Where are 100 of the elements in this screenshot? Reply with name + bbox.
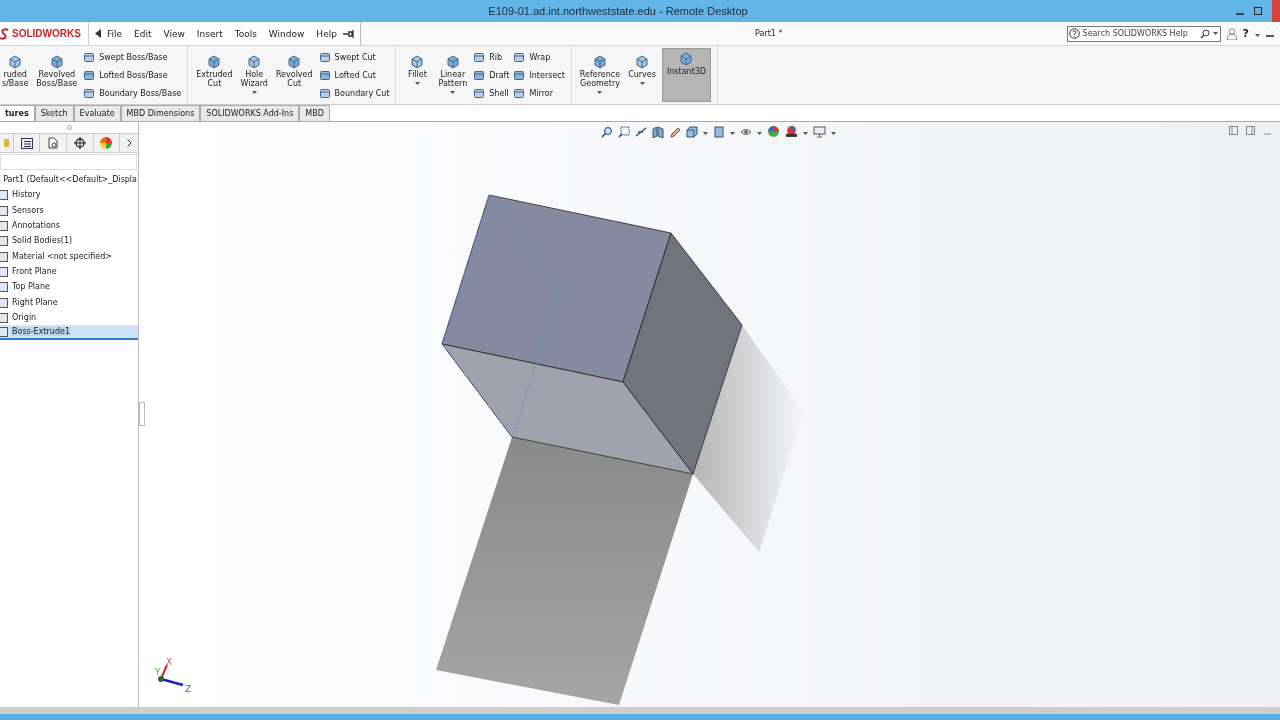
tree-item[interactable]: Front Plane bbox=[0, 263, 138, 280]
tree-item[interactable]: Boss-Extrude1 bbox=[0, 324, 138, 341]
caret-icon bbox=[450, 91, 456, 94]
crosshair-icon bbox=[73, 137, 86, 149]
ribbon-button[interactable]: Shell bbox=[473, 87, 510, 99]
tree-item[interactable]: Part1 (Default<<Default>_Displa bbox=[0, 172, 138, 188]
caret-icon bbox=[251, 91, 257, 94]
help-circle-icon bbox=[1068, 28, 1080, 39]
ribbon-button[interactable]: Wrap bbox=[513, 51, 565, 63]
user-icon[interactable] bbox=[1226, 27, 1237, 40]
tree-item[interactable]: Right Plane bbox=[0, 294, 138, 310]
caret-icon bbox=[639, 82, 645, 85]
pin-icon[interactable] bbox=[342, 29, 354, 38]
property-tab[interactable] bbox=[13, 134, 41, 152]
box-icon[interactable] bbox=[713, 125, 725, 138]
monitor-icon[interactable] bbox=[813, 125, 826, 138]
caret-icon bbox=[757, 131, 762, 135]
grip-icon[interactable] bbox=[66, 125, 72, 130]
tree-node-icon bbox=[0, 235, 8, 247]
search-field[interactable]: Search SOLIDWORKS Help bbox=[1066, 25, 1221, 42]
ribbon-button[interactable]: Lofted Cut bbox=[318, 69, 390, 81]
tile-left-icon[interactable] bbox=[1229, 126, 1238, 135]
ribbon-button[interactable]: Boundary Cut bbox=[318, 87, 390, 99]
ribbon-button[interactable]: Hole Wizard bbox=[238, 48, 270, 102]
graphics-viewport[interactable]: X Y Z bbox=[139, 122, 1280, 707]
ribbon-button[interactable]: Revolved Boss/Base bbox=[34, 48, 80, 102]
menu-item[interactable]: Window bbox=[262, 28, 311, 39]
scene-icon[interactable] bbox=[785, 125, 798, 138]
tree-node-icon bbox=[0, 296, 8, 308]
caret-icon bbox=[803, 131, 808, 135]
scroll-bar[interactable] bbox=[0, 707, 1280, 714]
chevron-right-icon bbox=[126, 139, 132, 147]
ribbon-button[interactable]: Revolved Cut bbox=[273, 48, 315, 102]
ribbon-button[interactable]: Linear Pattern bbox=[436, 48, 470, 102]
ribbon-tab[interactable]: tures bbox=[0, 105, 35, 121]
menu-item[interactable]: Insert bbox=[190, 28, 229, 39]
ribbon-button[interactable]: Swept Cut bbox=[318, 51, 390, 63]
ribbon-button[interactable]: Draft bbox=[473, 69, 510, 81]
caret-icon bbox=[1255, 33, 1260, 37]
ribbon-button[interactable]: Curves bbox=[626, 48, 658, 102]
caret-icon bbox=[703, 131, 708, 135]
menu-item[interactable]: Edit bbox=[128, 28, 158, 39]
ribbon-button[interactable]: Mirror bbox=[513, 87, 565, 99]
caret-icon bbox=[730, 131, 735, 135]
ribbon-button[interactable]: Reference Geometry bbox=[577, 48, 623, 102]
back-arrow-icon[interactable] bbox=[95, 29, 101, 38]
previous-view-icon[interactable] bbox=[635, 125, 647, 138]
ribbon-tab[interactable]: Evaluate bbox=[73, 105, 121, 121]
tree-item[interactable]: Annotations bbox=[0, 217, 138, 234]
ribbon-tab[interactable]: MBD Dimensions bbox=[120, 105, 201, 121]
menu-item[interactable]: File bbox=[101, 28, 129, 39]
document-title: Part1 * bbox=[754, 29, 784, 38]
menu-item[interactable]: Tools bbox=[228, 28, 263, 39]
display-tab[interactable] bbox=[93, 134, 121, 152]
more-tabs-icon[interactable] bbox=[120, 134, 138, 152]
tree-node-icon bbox=[0, 250, 8, 262]
ribbon-button[interactable]: ruded s/Base bbox=[0, 48, 31, 102]
cube-icon[interactable] bbox=[686, 125, 698, 138]
caret-icon bbox=[831, 131, 836, 135]
section-view-icon[interactable] bbox=[652, 125, 664, 138]
ribbon-button[interactable]: Rib bbox=[473, 51, 510, 63]
menu-item[interactable]: Help bbox=[310, 28, 343, 39]
filter-field[interactable] bbox=[0, 154, 137, 170]
ribbon-tab[interactable]: SOLIDWORKS Add-Ins bbox=[200, 105, 300, 121]
pencil-icon[interactable] bbox=[669, 125, 681, 138]
tree-item[interactable]: Solid Bodies(1) bbox=[0, 233, 138, 249]
tile-right-icon[interactable] bbox=[1246, 126, 1255, 135]
tree-node-icon bbox=[0, 204, 8, 216]
ribbon-button[interactable]: Boundary Boss/Base bbox=[83, 87, 182, 99]
color-ball-icon bbox=[100, 137, 113, 149]
help-button[interactable]: ? bbox=[1242, 27, 1249, 40]
tree-node-icon bbox=[0, 326, 8, 338]
ribbon-tab[interactable]: Sketch bbox=[34, 105, 74, 121]
logo-text: SOLIDWORKS bbox=[12, 28, 81, 39]
zoom-area-icon[interactable] bbox=[618, 125, 630, 138]
ribbon-button[interactable]: Fillet bbox=[402, 48, 433, 102]
window-title: E109-01.ad.int.northweststate.edu - Remote Desktop bbox=[487, 5, 749, 17]
folder-icon bbox=[3, 139, 9, 147]
caret-icon bbox=[1212, 31, 1218, 35]
maximize-icon[interactable] bbox=[1254, 7, 1262, 15]
tree-node-icon bbox=[0, 220, 8, 232]
menu-item[interactable]: View bbox=[157, 28, 191, 39]
tree-item[interactable]: Top Plane bbox=[0, 279, 138, 295]
ribbon-tab[interactable]: MBD bbox=[299, 105, 330, 121]
dimxpert-tab[interactable] bbox=[66, 134, 94, 152]
config-tab[interactable] bbox=[40, 134, 67, 152]
ribbon-button[interactable]: Intersect bbox=[513, 69, 565, 81]
tree-item[interactable]: Material <not specified> bbox=[0, 248, 138, 264]
tree-item[interactable]: History bbox=[0, 187, 138, 203]
ribbon-button[interactable]: Lofted Boss/Base bbox=[83, 69, 182, 81]
zoom-icon[interactable] bbox=[601, 125, 613, 138]
ribbon-button[interactable]: Extruded Cut bbox=[194, 48, 235, 102]
color-ball-icon[interactable] bbox=[767, 125, 780, 138]
tree-item[interactable]: Sensors bbox=[0, 202, 138, 218]
tree-node-icon bbox=[0, 265, 8, 277]
ribbon-button[interactable]: Instant3D bbox=[661, 48, 711, 102]
caret-icon bbox=[415, 82, 420, 85]
logo-icon bbox=[0, 27, 9, 40]
ribbon-button[interactable]: Swept Boss/Base bbox=[83, 51, 182, 63]
tree-item[interactable]: Origin bbox=[0, 309, 138, 325]
